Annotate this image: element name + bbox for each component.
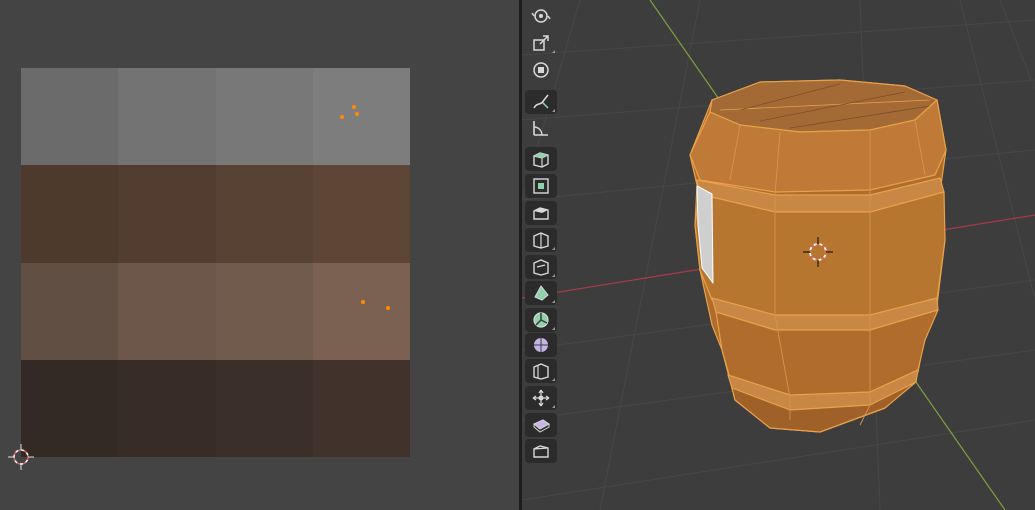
palette-cell bbox=[215, 359, 313, 457]
viewport-scene bbox=[522, 0, 1035, 510]
measure-icon[interactable] bbox=[525, 116, 557, 140]
3d-viewport[interactable] bbox=[522, 0, 1035, 510]
palette-cell bbox=[21, 359, 119, 457]
transform-icon[interactable] bbox=[525, 58, 557, 82]
palette-cell bbox=[215, 165, 313, 263]
bevel-icon[interactable] bbox=[525, 228, 557, 252]
shear-icon[interactable] bbox=[525, 439, 557, 463]
palette-cell bbox=[312, 262, 410, 360]
palette-cell bbox=[215, 68, 313, 166]
palette-cell bbox=[21, 165, 119, 263]
palette-cell bbox=[118, 165, 216, 263]
edge-slide-icon[interactable] bbox=[525, 386, 557, 410]
poly-build-icon[interactable] bbox=[525, 308, 557, 332]
add-cube-icon[interactable] bbox=[525, 147, 557, 171]
palette-cell bbox=[118, 359, 216, 457]
palette-cell bbox=[215, 262, 313, 360]
uv-editor-panel[interactable] bbox=[0, 0, 519, 510]
smooth-icon[interactable] bbox=[525, 359, 557, 383]
knife-icon[interactable] bbox=[525, 281, 557, 305]
annotate-icon[interactable] bbox=[525, 90, 557, 114]
rotate-view-icon[interactable] bbox=[525, 4, 557, 28]
palette-cell bbox=[312, 68, 410, 166]
palette-cell bbox=[118, 68, 216, 166]
palette-cell bbox=[312, 359, 410, 457]
shrink-fatten-icon[interactable] bbox=[525, 413, 557, 437]
palette-cell bbox=[118, 262, 216, 360]
spin-icon[interactable] bbox=[525, 333, 557, 357]
texture-palette bbox=[21, 68, 410, 457]
palette-cell bbox=[21, 262, 119, 360]
barrel-mesh bbox=[689, 79, 947, 433]
scale-icon[interactable] bbox=[525, 31, 557, 55]
palette-cell bbox=[21, 68, 119, 166]
loop-cut-icon[interactable] bbox=[525, 255, 557, 279]
inset-faces-icon[interactable] bbox=[525, 201, 557, 225]
palette-cell bbox=[312, 165, 410, 263]
extrude-region-icon[interactable] bbox=[525, 174, 557, 198]
